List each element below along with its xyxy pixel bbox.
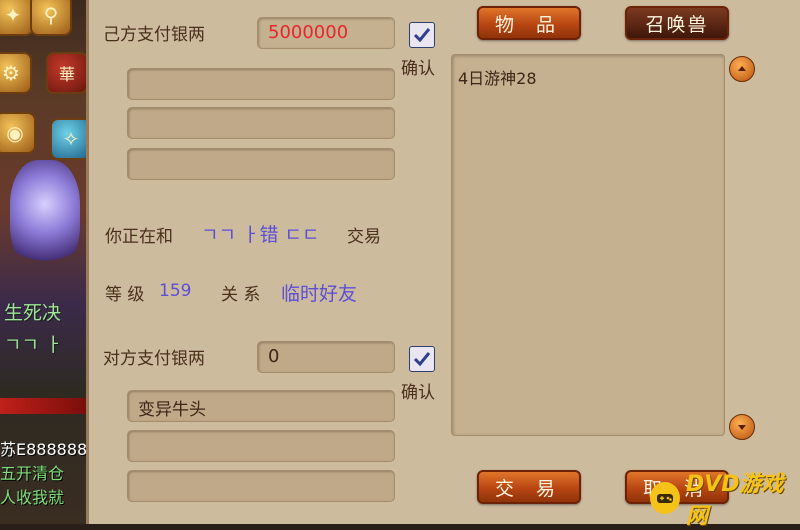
my-silver-input[interactable]: 5000000 — [257, 17, 395, 49]
check-icon — [413, 28, 431, 43]
watermark: DVD游戏网 — [650, 472, 798, 529]
gear-icon[interactable]: ⚙ — [0, 52, 32, 94]
bag-icon[interactable]: ✦ — [0, 0, 34, 36]
list-item[interactable]: 4日游神28 — [458, 65, 537, 89]
check-icon — [413, 352, 431, 367]
their-item-1-label: 变异牛头 — [138, 400, 206, 420]
their-item-slot-2[interactable] — [127, 430, 395, 462]
scroll-up-button[interactable] — [729, 56, 755, 82]
their-item-slot-1[interactable]: 变异牛头 — [127, 390, 395, 422]
chat-line-3: 人收我就 — [0, 488, 65, 507]
level-label: 等 级 — [105, 285, 145, 305]
their-item-slot-3[interactable] — [127, 470, 395, 502]
scene-character — [10, 160, 80, 270]
my-item-slot-2[interactable] — [127, 107, 395, 139]
pet-icon[interactable]: ✧ — [50, 118, 86, 160]
my-item-slot-3[interactable] — [127, 148, 395, 180]
chevron-down-icon — [738, 425, 746, 430]
my-silver-label: 己方支付银两 — [103, 25, 205, 45]
level-value: 159 — [159, 281, 192, 301]
chat-line-1: 苏E888888 — [0, 440, 86, 459]
my-confirm-checkbox[interactable] — [409, 22, 435, 48]
chevron-up-icon — [738, 66, 746, 71]
scene-marks-text: ㄱㄱ ㅏ — [4, 334, 63, 356]
tab-summon[interactable]: 召唤兽 — [625, 6, 729, 40]
their-silver-label: 对方支付银两 — [103, 349, 205, 369]
partner-name: ㄱㄱ ㅏ错 ㄷㄷ — [201, 224, 320, 246]
trade-panel: 己方支付银两 5000000 确认 你正在和 ㄱㄱ ㅏ错 ㄷㄷ 交易 等 级 1… — [86, 0, 800, 524]
their-confirm-label: 确认 — [401, 383, 435, 403]
trade-button[interactable]: 交 易 — [477, 470, 581, 504]
my-item-slot-1[interactable] — [127, 68, 395, 100]
search-icon[interactable]: ⚲ — [30, 0, 72, 36]
scene-red-bar — [0, 398, 86, 414]
orb-icon[interactable]: ◉ — [0, 112, 36, 154]
trading-with-prefix: 你正在和 — [105, 227, 173, 247]
gamepad-icon — [650, 482, 680, 514]
my-confirm-label: 确认 — [401, 59, 435, 79]
watermark-text: DVD游戏网 — [685, 472, 784, 529]
ornament-icon[interactable]: 華 — [46, 52, 86, 94]
their-silver-field: 0 — [257, 341, 395, 373]
scene-guild-text: 生死决 — [4, 302, 62, 324]
tab-items[interactable]: 物 品 — [477, 6, 581, 40]
item-list[interactable]: 4日游神28 — [451, 54, 725, 436]
my-silver-value: 5000000 — [268, 22, 349, 43]
their-silver-value: 0 — [268, 346, 280, 367]
chat-line-2: 五开清仓 — [0, 464, 65, 483]
relation-label: 关 系 — [221, 285, 261, 305]
their-confirm-checkbox — [409, 346, 435, 372]
game-scene-strip: ✦ ⚲ ⚙ 華 ◉ ✧ 生死决 ㄱㄱ ㅏ 苏E888888 五开清仓 人收我就 — [0, 0, 86, 524]
scroll-down-button[interactable] — [729, 414, 755, 440]
relation-value: 临时好友 — [281, 283, 358, 305]
trading-with-suffix: 交易 — [347, 227, 381, 247]
